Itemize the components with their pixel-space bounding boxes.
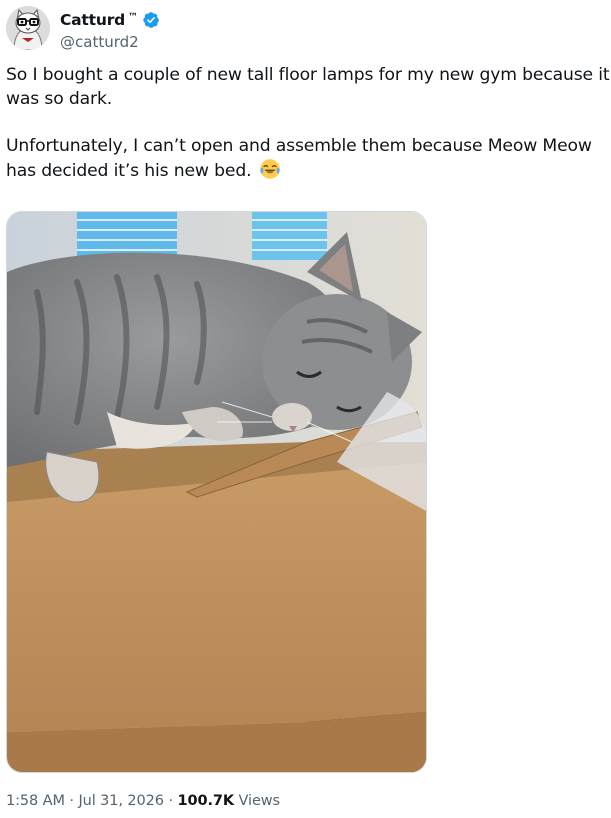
tweet-time[interactable]: 1:58 AM bbox=[6, 793, 65, 809]
meta-separator: · bbox=[69, 793, 74, 809]
tweet-photo[interactable] bbox=[6, 211, 427, 773]
author-name-line[interactable]: Catturd ™ bbox=[60, 11, 160, 29]
tweet-date[interactable]: Jul 31, 2026 bbox=[78, 793, 164, 809]
meta-separator: · bbox=[168, 793, 173, 809]
face-with-tears-of-joy-emoji bbox=[259, 159, 280, 179]
avatar[interactable] bbox=[6, 6, 50, 50]
tweet-text-line-content: has decided it’s his new bed. bbox=[6, 161, 252, 181]
tweet-text-line: So I bought a couple of new tall floor l… bbox=[6, 65, 610, 85]
views-label: Views bbox=[238, 793, 281, 809]
verified-badge-icon bbox=[143, 12, 160, 28]
cat-avatar-icon bbox=[6, 6, 50, 50]
tweet-text-line: has decided it’s his new bed. bbox=[6, 158, 606, 184]
tweet-text-line: Unfortunately, I can’t open and assemble… bbox=[6, 135, 592, 156]
cat-on-box-photo bbox=[7, 212, 426, 772]
trademark-symbol: ™ bbox=[128, 11, 139, 23]
author-display-name[interactable]: Catturd bbox=[60, 11, 125, 29]
tweet-text: So I bought a couple of new tall floor l… bbox=[6, 64, 610, 184]
views-count: 100.7K bbox=[177, 793, 234, 809]
tweet-header: Catturd ™ @catturd2 bbox=[6, 6, 596, 52]
author-handle[interactable]: @catturd2 bbox=[60, 33, 139, 51]
tweet-text-line: was so dark. bbox=[6, 88, 113, 109]
tweet-meta: 1:58 AM · Jul 31, 2026 · 100.7K Views bbox=[6, 793, 280, 809]
